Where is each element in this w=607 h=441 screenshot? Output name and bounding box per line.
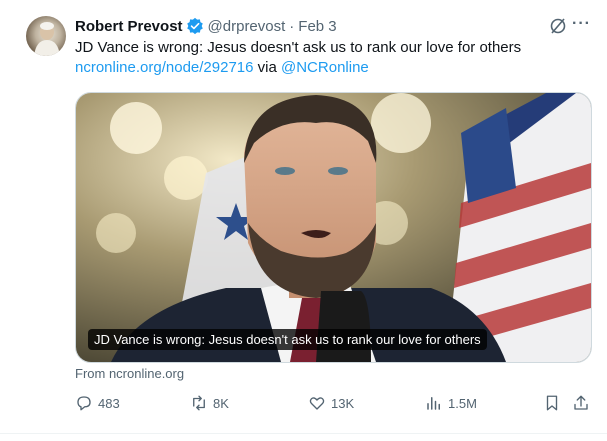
card-image [76, 93, 591, 362]
views-icon [427, 397, 440, 410]
grok-icon[interactable] [548, 16, 568, 36]
via-word: via [253, 59, 281, 76]
tweet-body: JD Vance is wrong: Jesus doesn't ask us … [75, 39, 522, 56]
article-link[interactable]: ncronline.org/node/292716 [75, 59, 253, 76]
like-icon [309, 397, 325, 410]
divider [0, 433, 607, 434]
avatar[interactable] [26, 16, 66, 56]
card-caption: JD Vance is wrong: Jesus doesn't ask us … [88, 329, 487, 350]
separator-dot: · [289, 17, 295, 35]
reply-count: 483 [98, 395, 120, 411]
like-count: 13K [331, 395, 355, 411]
repost-icon [193, 395, 205, 411]
action-bar: 483 8K 13K 1.5M [0, 394, 607, 416]
via-mention[interactable]: @NCRonline [281, 59, 369, 76]
more-icon[interactable]: ··· [572, 15, 591, 33]
reply-button[interactable]: 483 [75, 394, 120, 412]
repost-count: 8K [213, 395, 229, 411]
bookmark-icon [546, 395, 558, 411]
reply-icon [77, 396, 91, 411]
tweet-header: Robert Prevost @drprevost · Feb 3 [75, 15, 337, 37]
tweet-text: JD Vance is wrong: Jesus doesn't ask us … [75, 38, 595, 78]
views-button[interactable]: 1.5M [425, 394, 477, 412]
views-count: 1.5M [448, 395, 477, 411]
bookmark-button[interactable] [543, 394, 566, 412]
share-icon [574, 395, 588, 410]
tweet-date[interactable]: Feb 3 [298, 18, 336, 35]
share-button[interactable] [572, 394, 595, 412]
tweet[interactable]: Robert Prevost @drprevost · Feb 3 ··· JD… [0, 0, 607, 441]
card-source[interactable]: From ncronline.org [75, 366, 184, 381]
like-button[interactable]: 13K [308, 394, 354, 412]
author-handle[interactable]: @drprevost [208, 18, 286, 35]
verified-icon [186, 17, 203, 35]
author-name[interactable]: Robert Prevost [75, 18, 183, 35]
tweet-link-line: ncronline.org/node/292716 via @NCRonline [75, 58, 595, 78]
repost-button[interactable]: 8K [190, 394, 229, 412]
link-card[interactable]: JD Vance is wrong: Jesus doesn't ask us … [75, 92, 592, 363]
